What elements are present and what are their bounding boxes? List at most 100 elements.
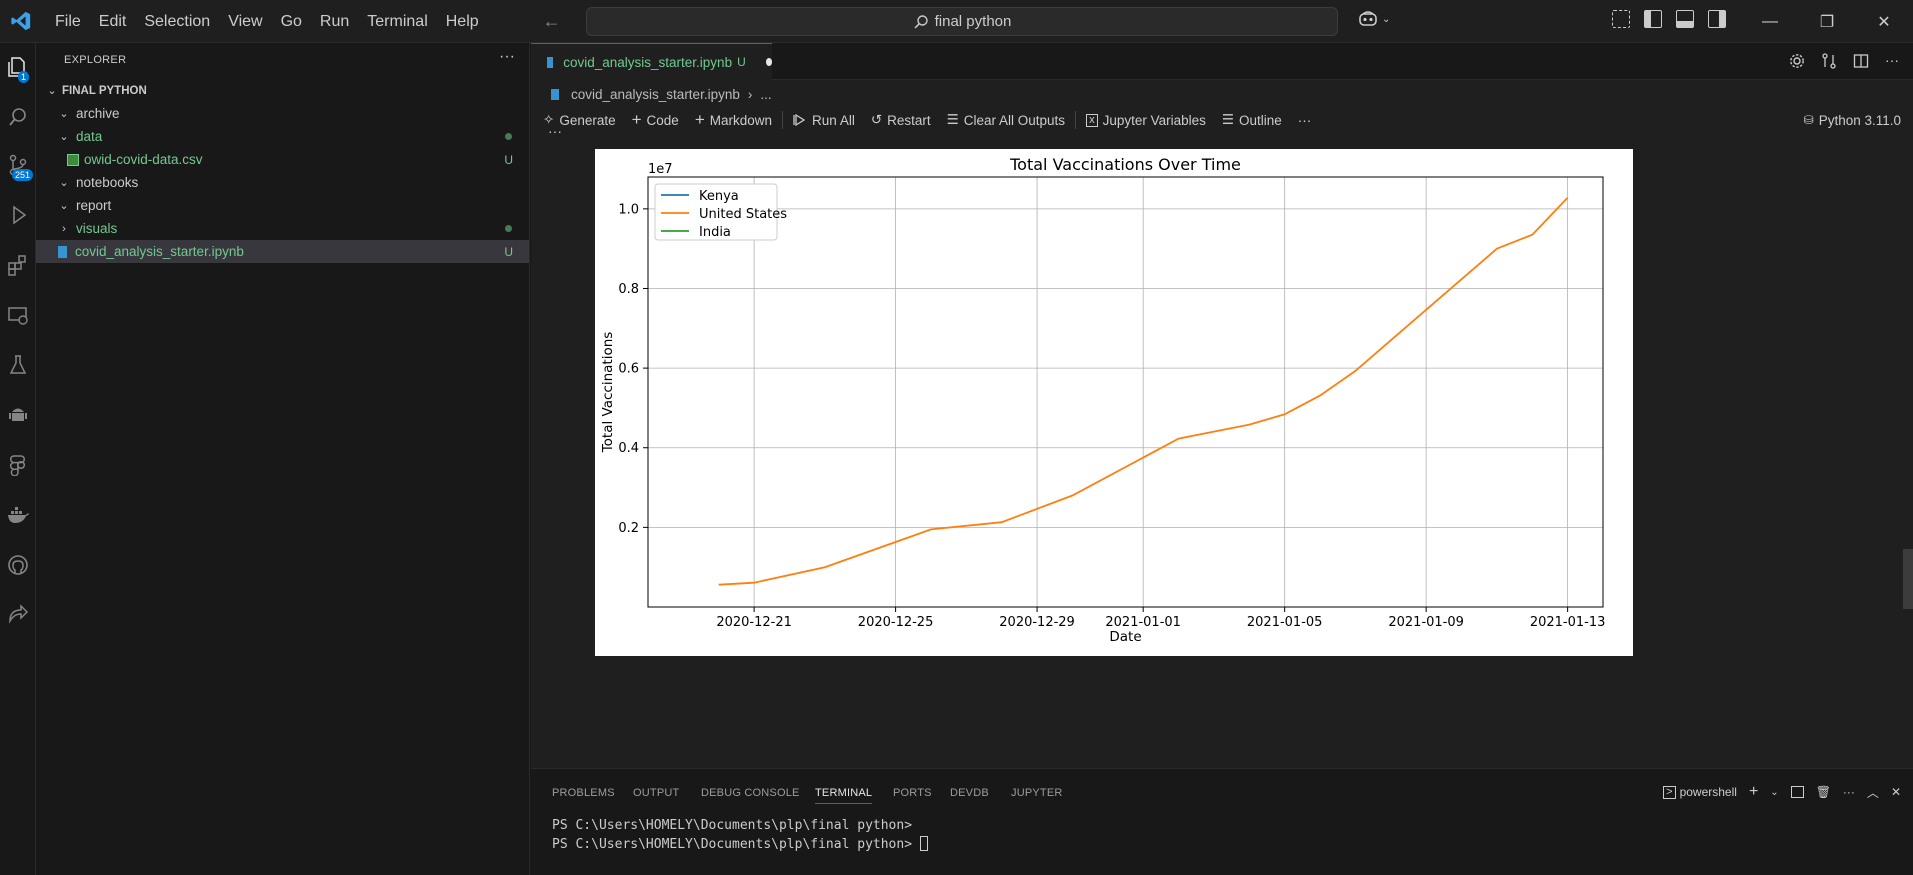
menu-view[interactable]: View <box>219 0 271 43</box>
android-icon[interactable] <box>0 397 36 433</box>
search-icon[interactable] <box>0 99 36 135</box>
file-label: covid_analysis_starter.ipynb <box>75 244 244 259</box>
terminal-line[interactable]: PS C:\Users\HOMELY\Documents\plp\final p… <box>552 836 928 852</box>
generate-button[interactable]: ✧ Generate <box>531 105 624 135</box>
breadcrumb-more[interactable]: ... <box>760 87 771 102</box>
minimize-button[interactable]: — <box>1741 0 1799 43</box>
menu-edit[interactable]: Edit <box>90 0 136 43</box>
terminal-prompt: PS C:\Users\HOMELY\Documents\plp\final p… <box>552 818 920 833</box>
tab-status: U <box>737 55 746 69</box>
terminal-cursor <box>919 836 928 851</box>
add-code-cell-button[interactable]: + Code <box>624 105 687 135</box>
run-all-button[interactable]: Run All <box>785 105 863 135</box>
notebook-file-icon <box>58 245 67 258</box>
more-actions-icon[interactable]: ··· <box>1885 53 1899 69</box>
source-control-badge: 251 <box>12 169 34 181</box>
remote-explorer-icon[interactable] <box>0 297 36 333</box>
github-icon[interactable] <box>0 547 36 583</box>
tab-ports[interactable]: PORTS <box>893 787 932 799</box>
new-terminal-icon[interactable]: + <box>1749 783 1758 801</box>
legend-label: India <box>699 225 731 240</box>
close-window-button[interactable]: ✕ <box>1855 0 1913 43</box>
file-covid-analysis-notebook[interactable]: covid_analysis_starter.ipynb U <box>36 240 529 263</box>
tab-devdb[interactable]: DEVDB <box>950 787 989 799</box>
plus-icon: + <box>694 110 705 129</box>
outline-button[interactable]: ☰ Outline <box>1214 105 1290 135</box>
breadcrumb-file[interactable]: covid_analysis_starter.ipynb <box>571 87 740 102</box>
search-text: final python <box>934 13 1012 30</box>
more-actions-icon[interactable]: ··· <box>1843 785 1855 799</box>
run-all-icon <box>793 113 806 127</box>
variables-icon: x <box>1086 113 1098 127</box>
restart-label: Restart <box>887 112 931 128</box>
live-share-icon[interactable] <box>0 597 36 633</box>
chevron-down-icon: ⌄ <box>59 108 69 120</box>
explorer-icon[interactable]: 1 <box>0 49 36 85</box>
notebook-file-icon <box>551 88 559 100</box>
menu-selection[interactable]: Selection <box>135 0 219 43</box>
more-actions-icon[interactable]: ··· <box>499 48 515 66</box>
docker-icon[interactable] <box>0 497 36 533</box>
folder-visuals[interactable]: › visuals <box>36 217 529 240</box>
toggle-sidebar-icon[interactable] <box>1644 10 1662 28</box>
tab-covid-analysis-notebook[interactable]: covid_analysis_starter.ipynb U <box>531 43 772 80</box>
menu-terminal[interactable]: Terminal <box>358 0 436 43</box>
menu-file[interactable]: File <box>46 0 90 43</box>
chart-title: Total Vaccinations Over Time <box>1009 155 1241 174</box>
figma-icon[interactable] <box>0 447 36 483</box>
chevron-down-icon: ⌄ <box>59 200 69 212</box>
x-tick-label: 2020-12-25 <box>858 615 934 630</box>
clear-outputs-button[interactable]: ☰ Clear All Outputs <box>939 105 1073 135</box>
toggle-secondary-sidebar-icon[interactable] <box>1708 10 1726 28</box>
breadcrumb: covid_analysis_starter.ipynb › ... <box>551 83 772 105</box>
x-tick-label: 2021-01-05 <box>1247 615 1323 630</box>
workspace-root[interactable]: ⌄ FINAL PYTHON <box>36 79 529 102</box>
toolbar-more-button[interactable]: ··· <box>1290 105 1320 135</box>
chevron-down-icon[interactable]: ⌄ <box>1770 787 1778 798</box>
restart-button[interactable]: ↺ Restart <box>863 105 939 135</box>
trash-icon[interactable]: 🗑 <box>1816 785 1831 799</box>
tab-output[interactable]: OUTPUT <box>633 787 679 799</box>
cell-output-more[interactable]: ··· <box>548 123 562 139</box>
jupyter-variables-button[interactable]: x Jupyter Variables <box>1078 105 1214 135</box>
run-debug-icon[interactable] <box>0 197 36 233</box>
extensions-icon[interactable] <box>0 247 36 283</box>
tab-problems[interactable]: PROBLEMS <box>552 787 615 799</box>
toggle-panel-icon[interactable] <box>1676 10 1694 28</box>
back-arrow-icon[interactable]: ← <box>543 11 561 32</box>
folder-notebooks[interactable]: ⌄ notebooks <box>36 171 529 194</box>
folder-data[interactable]: ⌄ data <box>36 125 529 148</box>
close-panel-icon[interactable]: ✕ <box>1891 785 1901 799</box>
editor-scrollbar[interactable] <box>1903 549 1913 609</box>
customize-layout-icon[interactable] <box>1612 10 1630 28</box>
unsaved-dot-icon[interactable] <box>765 58 772 66</box>
split-editor-icon[interactable] <box>1853 53 1869 69</box>
source-control-icon[interactable]: 251 <box>0 147 36 183</box>
menu-run[interactable]: Run <box>311 0 358 43</box>
file-owid-covid-data[interactable]: owid-covid-data.csv U <box>36 148 529 171</box>
copilot-menu[interactable]: ⌄ <box>1358 10 1390 28</box>
terminal-profile[interactable]: > powershell <box>1663 785 1737 799</box>
compare-changes-icon[interactable] <box>1821 53 1837 69</box>
x-axis-label: Date <box>1109 629 1141 645</box>
toolbar-divider <box>1075 111 1077 129</box>
restore-button[interactable]: ❐ <box>1798 0 1856 43</box>
kernel-picker[interactable]: ⛁ Python 3.11.0 <box>1804 105 1901 135</box>
tab-bar: covid_analysis_starter.ipynb U ··· <box>531 43 1913 80</box>
testing-icon[interactable] <box>0 347 36 383</box>
maximize-panel-icon[interactable]: ︿ <box>1867 784 1879 801</box>
tab-debug-console[interactable]: DEBUG CONSOLE <box>701 787 800 799</box>
folder-archive[interactable]: ⌄ archive <box>36 102 529 125</box>
command-center-search[interactable]: final python <box>586 7 1338 36</box>
add-markdown-cell-button[interactable]: + Markdown <box>687 105 780 135</box>
folder-report[interactable]: ⌄ report <box>36 194 529 217</box>
tab-jupyter[interactable]: JUPYTER <box>1011 787 1063 799</box>
menu-go[interactable]: Go <box>272 0 311 43</box>
x-tick-label: 2021-01-09 <box>1388 615 1464 630</box>
notebook-settings-icon[interactable] <box>1789 53 1805 69</box>
title-bar: File Edit Selection View Go Run Terminal… <box>0 0 1913 43</box>
split-terminal-icon[interactable] <box>1790 786 1804 798</box>
restart-icon: ↺ <box>870 112 883 127</box>
tab-terminal[interactable]: TERMINAL <box>815 787 873 804</box>
menu-help[interactable]: Help <box>437 0 488 43</box>
